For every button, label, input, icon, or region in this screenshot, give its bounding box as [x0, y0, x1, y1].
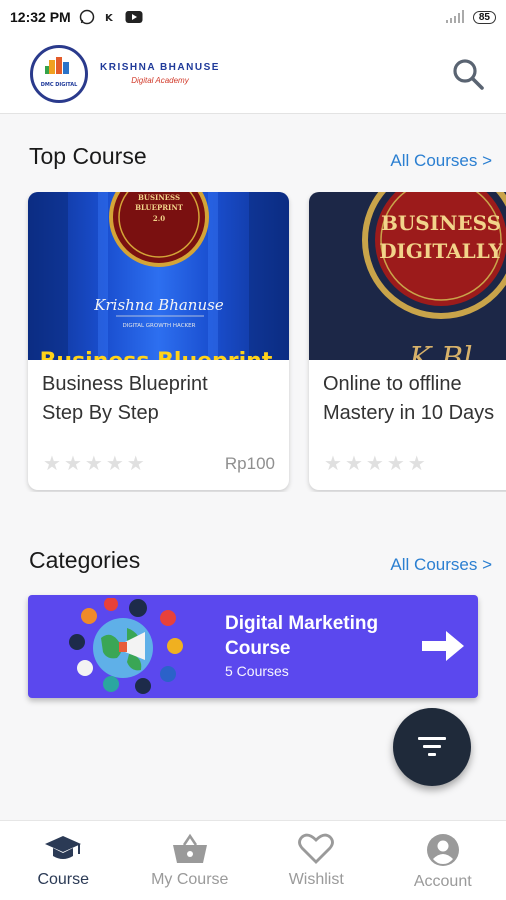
course-title: Business Blueprint Step By Step — [42, 370, 287, 428]
nav-label: My Course — [151, 871, 229, 888]
top-course-title: Top Course — [29, 143, 147, 169]
star-icon: ★ — [84, 453, 103, 475]
category-text: Digital Marketing Course 5 Courses — [225, 611, 378, 679]
course-price: Rp100 — [224, 454, 275, 473]
nav-course[interactable]: Course — [0, 821, 127, 900]
star-icon: ★ — [63, 453, 82, 475]
svg-text:BLUEPRINT: BLUEPRINT — [135, 203, 184, 212]
category-card[interactable]: Digital Marketing Course 5 Courses — [28, 595, 478, 698]
svg-text:K Bl: K Bl — [408, 341, 473, 360]
course-title-line2: Step By Step — [42, 402, 159, 424]
thumb-line2: DIGITALLY — [379, 239, 503, 263]
brand-block: KRISHNA BHANUSE Digital Academy — [100, 62, 220, 85]
course-title-line1: Online to offline — [323, 373, 462, 395]
course-title-line2: Mastery in 10 Days — [323, 402, 495, 424]
svg-text:2.0: 2.0 — [153, 214, 165, 223]
course-title: Online to offline Mastery in 10 Days — [323, 370, 506, 428]
star-icon: ★ — [324, 453, 342, 475]
star-icon: ★ — [365, 453, 384, 475]
course-carousel[interactable]: BUSINESS BLUEPRINT 2.0 Krishna Bhanuse D… — [0, 192, 506, 492]
status-time: 12:32 PM — [10, 9, 71, 25]
nav-label: Course — [37, 871, 90, 888]
category-course-count: 5 Courses — [225, 663, 289, 679]
account-icon — [426, 834, 459, 866]
digital-marketing-illustration — [69, 598, 183, 694]
academy-logo[interactable]: DMC DIGITAL — [30, 44, 88, 103]
nav-account[interactable]: Account — [380, 821, 506, 900]
filter-icon — [418, 737, 446, 756]
categories-title: Categories — [29, 547, 141, 573]
star-rating: ★ ★ ★ ★ ★ — [43, 454, 145, 474]
star-rating: ★ ★ ★ ★ ★ — [324, 454, 426, 474]
star-icon: ★ — [386, 453, 405, 475]
svg-text:BUSINESS: BUSINESS — [138, 193, 180, 202]
brand-subtitle: Digital Academy — [131, 76, 189, 85]
svg-text:DMC DIGITAL: DMC DIGITAL — [41, 82, 78, 88]
course-title-line1: Business Blueprint — [42, 373, 208, 395]
youtube-icon — [125, 10, 143, 24]
category-name: Digital Marketing Course — [225, 611, 378, 661]
search-button[interactable] — [448, 54, 488, 94]
course-thumbnail: BUSINESS BLUEPRINT 2.0 Krishna Bhanuse D… — [28, 192, 289, 360]
search-icon — [453, 58, 484, 90]
category-name-line1: Digital Marketing — [225, 613, 379, 634]
battery-indicator: 85 — [472, 10, 496, 24]
star-icon: ★ — [105, 453, 124, 475]
star-icon: ★ — [43, 453, 61, 475]
notification-icon: K — [103, 10, 117, 24]
nav-my-course[interactable]: My Course — [127, 821, 254, 900]
star-icon: ★ — [344, 453, 363, 475]
top-course-all-link[interactable]: All Courses > — [390, 151, 492, 171]
nav-label: Wishlist — [288, 871, 344, 888]
arrow-right-icon — [420, 628, 466, 669]
svg-text:Krishna Bhanuse: Krishna Bhanuse — [93, 296, 224, 314]
star-icon: ★ — [126, 453, 145, 475]
graduation-cap-icon — [45, 836, 82, 859]
filter-button[interactable] — [393, 708, 471, 786]
bottom-navigation: Course My Course Wishlist Account — [0, 820, 506, 900]
course-card[interactable]: BUSINESS DIGITALLY K Bl Online to offlin… — [309, 192, 506, 490]
nav-label: Account — [413, 873, 472, 890]
whatsapp-icon — [79, 9, 95, 25]
signal-icon — [445, 10, 465, 24]
thumb-banner-text: Business Blueprint — [40, 349, 273, 360]
thumb-line1: BUSINESS — [381, 211, 501, 235]
app-header: DMC DIGITAL KRISHNA BHANUSE Digital Acad… — [0, 34, 506, 114]
star-icon: ★ — [407, 453, 426, 475]
nav-wishlist[interactable]: Wishlist — [253, 821, 380, 900]
status-bar: 12:32 PM K 85 — [0, 0, 506, 34]
svg-text:DIGITAL GROWTH HACKER: DIGITAL GROWTH HACKER — [123, 323, 196, 329]
category-name-line2: Course — [225, 638, 291, 659]
categories-all-link[interactable]: All Courses > — [390, 555, 492, 575]
brand-name: KRISHNA BHANUSE — [100, 62, 220, 73]
basket-icon — [172, 833, 207, 863]
course-card[interactable]: BUSINESS BLUEPRINT 2.0 Krishna Bhanuse D… — [28, 192, 289, 490]
logo-graphic-icon: DMC DIGITAL — [35, 49, 83, 98]
heart-icon — [298, 833, 335, 864]
course-thumbnail: BUSINESS DIGITALLY K Bl — [309, 192, 506, 360]
svg-text:K: K — [105, 13, 114, 24]
